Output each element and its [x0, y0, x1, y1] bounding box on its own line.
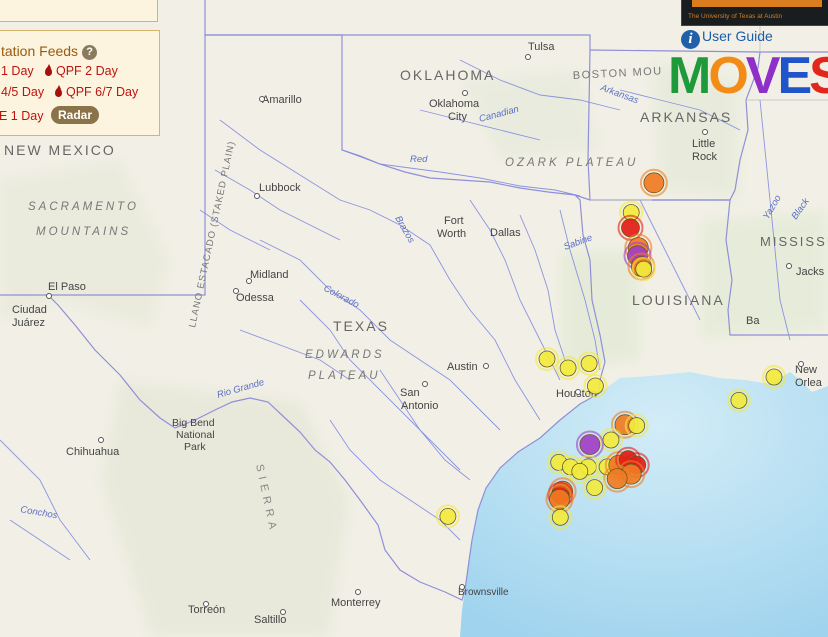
- label-mountains: MOUNTAINS: [36, 226, 131, 238]
- moves-letter: V: [745, 47, 781, 105]
- city-little-rock-2: Rock: [692, 151, 718, 163]
- city-ciudad: Ciudad: [12, 304, 47, 316]
- user-guide-label: User Guide: [702, 28, 773, 44]
- top-panel: [0, 0, 158, 22]
- city-okc-2: City: [448, 111, 467, 123]
- label-new-mexico: NEW MEXICO: [4, 142, 116, 158]
- city-tulsa: Tulsa: [528, 41, 555, 53]
- moves-letter: O: [708, 47, 748, 105]
- city-lubbock: Lubbock: [259, 182, 301, 194]
- user-guide-link[interactable]: i User Guide: [681, 28, 773, 49]
- gauge-marker-purple[interactable]: [579, 434, 601, 455]
- precipitation-feeds-panel: tation Feeds? 1 Day QPF 2 Day 4/5 Day QP…: [0, 30, 160, 136]
- feed-4-5-day[interactable]: 4/5 Day: [1, 85, 44, 99]
- label-mississippi: MISSISSI: [760, 234, 828, 249]
- city-el-paso: El Paso: [48, 281, 86, 293]
- feed-e-1-day[interactable]: E 1 Day: [0, 109, 43, 123]
- raindrop-icon: [45, 64, 52, 76]
- river-red: Red: [410, 154, 428, 165]
- city-big-bend-3: Park: [184, 441, 206, 453]
- city-new-orleans-2: Orlea: [795, 377, 823, 389]
- city-saltillo: Saltillo: [254, 614, 286, 626]
- gauge-marker-yellow[interactable]: [602, 431, 620, 449]
- radar-button[interactable]: Radar: [51, 106, 100, 124]
- logo-band: [692, 0, 822, 7]
- ut-austin-logo[interactable]: The University of Texas at Austin: [681, 0, 828, 26]
- feed-qpf-6-7-day[interactable]: QPF 6/7 Day: [55, 85, 138, 99]
- city-amarillo: Amarillo: [262, 94, 302, 106]
- gauge-marker-yellow[interactable]: [538, 350, 556, 368]
- gauge-marker-yellow[interactable]: [439, 508, 457, 525]
- gauge-marker-yellow[interactable]: [559, 359, 577, 377]
- label-texas: TEXAS: [333, 318, 389, 334]
- gauge-marker-yellow[interactable]: [571, 462, 589, 480]
- moves-logo[interactable]: MOVES: [668, 50, 828, 102]
- raindrop-icon: [55, 85, 62, 97]
- label-louisiana: LOUISIANA: [632, 292, 725, 308]
- city-san-antonio: San: [400, 387, 420, 399]
- label-ozark: OZARK PLATEAU: [505, 157, 638, 169]
- city-monterrey: Monterrey: [331, 597, 381, 609]
- city-midland: Midland: [250, 269, 289, 281]
- city-little-rock: Little: [692, 138, 715, 150]
- city-okc: Oklahoma: [429, 98, 480, 110]
- gauge-marker-yellow[interactable]: [587, 377, 604, 395]
- feed-1-day[interactable]: 1 Day: [1, 64, 34, 78]
- gauge-marker-orange[interactable]: [643, 172, 665, 194]
- label-edwards: EDWARDS: [305, 349, 385, 361]
- city-austin: Austin: [447, 361, 478, 373]
- city-fort-worth: Fort: [444, 215, 464, 227]
- gauge-marker-yellow[interactable]: [730, 391, 748, 409]
- city-new-orleans: New: [795, 364, 817, 376]
- gauge-marker-yellow[interactable]: [580, 355, 598, 372]
- city-brownsville: Brownsville: [458, 587, 509, 598]
- feeds-title-row: tation Feeds?: [1, 43, 98, 60]
- gauge-marker-yellow[interactable]: [635, 260, 653, 278]
- moves-letter: M: [668, 47, 711, 105]
- city-san-antonio-2: Antonio: [401, 400, 438, 412]
- gauge-marker-yellow[interactable]: [628, 417, 646, 435]
- gauge-marker-yellow[interactable]: [586, 479, 603, 497]
- city-dallas: Dallas: [490, 227, 521, 239]
- gauge-marker-yellow[interactable]: [551, 508, 569, 526]
- moves-letter: S: [809, 47, 828, 105]
- label-arkansas: ARKANSAS: [640, 109, 732, 125]
- label-sacramento: SACRAMENTO: [28, 201, 139, 213]
- city-fort-worth-2: Worth: [437, 228, 466, 240]
- city-baton-rouge: Ba: [746, 315, 760, 327]
- feed-qpf-2-day[interactable]: QPF 2 Day: [45, 64, 118, 78]
- label-plateau: PLATEAU: [308, 370, 381, 382]
- city-jackson: Jacks: [796, 266, 825, 278]
- ut-austin-text: The University of Texas at Austin: [688, 13, 783, 20]
- city-big-bend: Big Bend: [172, 417, 215, 429]
- gauge-marker-orange[interactable]: [606, 468, 628, 490]
- moves-letter: E: [777, 47, 812, 105]
- city-chihuahua: Chihuahua: [66, 446, 120, 458]
- city-juarez: Juárez: [12, 317, 45, 329]
- city-odessa: Odessa: [236, 292, 275, 304]
- help-icon[interactable]: ?: [82, 45, 98, 60]
- feeds-title: tation Feeds: [1, 43, 79, 59]
- label-oklahoma: OKLAHOMA: [400, 67, 495, 83]
- city-big-bend-2: National: [176, 429, 215, 441]
- gauge-marker-yellow[interactable]: [765, 368, 783, 386]
